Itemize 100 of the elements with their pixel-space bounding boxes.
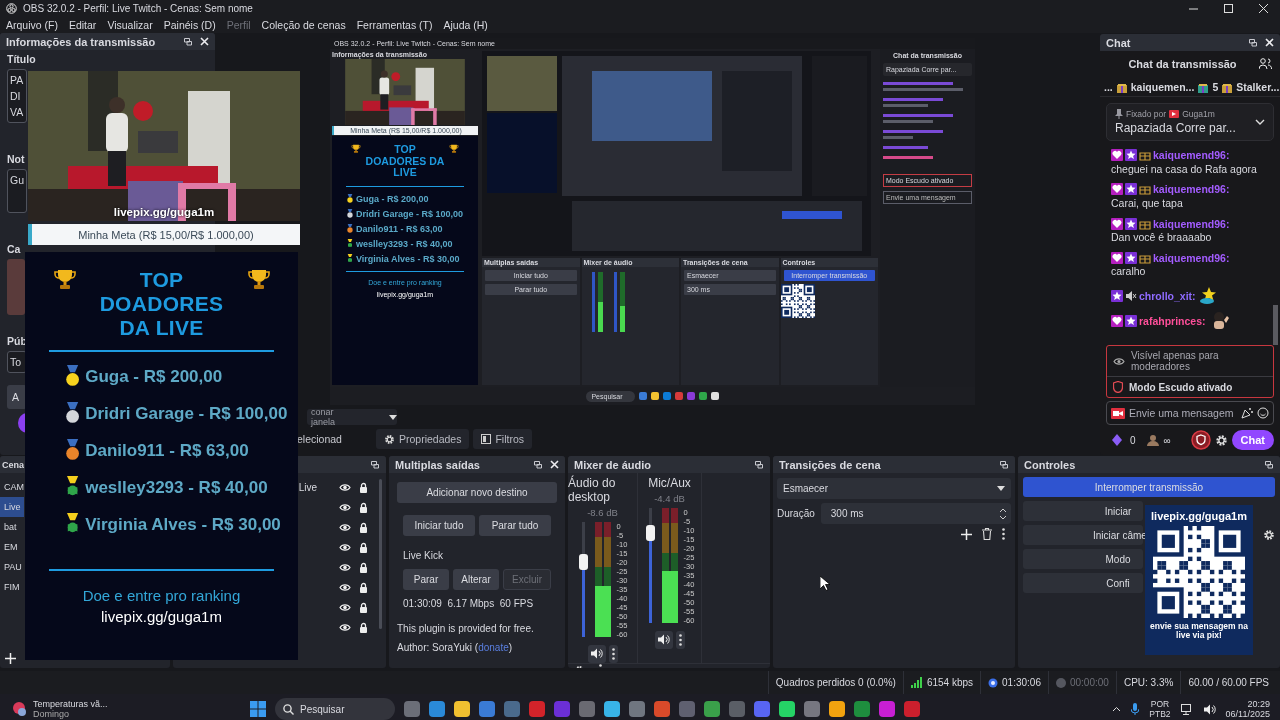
app-icon[interactable]	[904, 701, 920, 717]
app-icon[interactable]	[704, 701, 720, 717]
app-icon[interactable]	[579, 701, 595, 717]
app-icon[interactable]	[404, 701, 420, 717]
title-field[interactable]: PA DI VA	[7, 69, 27, 123]
search-box[interactable]: Pesquisar	[275, 698, 395, 720]
lock-icon[interactable]	[359, 501, 368, 513]
eye-icon[interactable]	[339, 582, 351, 592]
clock[interactable]: 20:29 06/11/2025	[1225, 699, 1270, 719]
confetti-icon[interactable]	[1241, 407, 1253, 419]
volume-slider[interactable]	[581, 522, 585, 637]
filters-button[interactable]: Filtros	[473, 429, 532, 449]
control-button[interactable]: Iniciar	[1023, 501, 1143, 521]
properties-button[interactable]: Propriedades	[375, 429, 470, 449]
chat-send-button[interactable]: Chat	[1231, 430, 1274, 450]
app-icon[interactable]	[529, 701, 545, 717]
plus-icon[interactable]	[5, 652, 16, 664]
scene-item[interactable]: EM	[0, 537, 24, 557]
chat-username[interactable]: chrollo_xit:	[1139, 290, 1196, 303]
lock-icon[interactable]	[359, 541, 368, 553]
scene-item[interactable]: Live	[0, 497, 24, 517]
app-icon[interactable]	[804, 701, 820, 717]
speaker-icon[interactable]	[657, 634, 670, 645]
app-icon[interactable]	[779, 701, 795, 717]
app-icon[interactable]	[879, 701, 895, 717]
volume-slider[interactable]	[648, 508, 652, 623]
menu-item[interactable]: Coleção de cenas	[261, 18, 346, 31]
lock-icon[interactable]	[359, 581, 368, 593]
duration-field[interactable]: 300 ms	[820, 503, 1011, 524]
maximize-icon[interactable]	[1224, 3, 1233, 13]
eye-icon[interactable]	[339, 622, 351, 632]
control-button[interactable]: Confi	[1023, 573, 1143, 593]
language-indicator[interactable]: POR PTB2	[1149, 699, 1171, 719]
app-icon[interactable]	[454, 701, 470, 717]
eye-icon[interactable]	[339, 522, 351, 532]
settings-icon[interactable]	[1263, 529, 1275, 541]
scene-item[interactable]: CAM	[0, 477, 24, 497]
menu-item[interactable]: Ajuda (H)	[443, 18, 488, 31]
chat-username[interactable]: kaiquemend96:	[1153, 251, 1230, 264]
trash-icon[interactable]	[982, 528, 992, 540]
menu-item[interactable]: Arquivo (F)	[6, 18, 58, 31]
scene-item[interactable]: bat	[0, 517, 24, 537]
donate-link[interactable]: livepix.gg/guga1m	[101, 608, 222, 626]
close-icon[interactable]	[1265, 38, 1274, 47]
close-icon[interactable]	[1259, 3, 1268, 13]
users-icon[interactable]	[1258, 58, 1272, 70]
menu-item[interactable]: Editar	[68, 18, 97, 31]
app-icon[interactable]	[429, 701, 445, 717]
spin-arrows-icon[interactable]	[999, 507, 1007, 520]
chat-input[interactable]: Envie uma mensagem	[1106, 401, 1274, 425]
settings-icon[interactable]	[383, 433, 395, 445]
slider-thumb[interactable]	[578, 554, 588, 571]
lock-icon[interactable]	[359, 601, 368, 613]
lock-icon[interactable]	[359, 521, 368, 533]
menu-item[interactable]: Painéis (D)	[163, 18, 216, 31]
slider-thumb[interactable]	[645, 525, 655, 542]
menu-item[interactable]: Ferramentas (T)	[356, 18, 433, 31]
eye-icon[interactable]	[339, 502, 351, 512]
app-icon[interactable]	[654, 701, 670, 717]
control-button[interactable]: Iniciar câme	[1023, 525, 1143, 545]
close-icon[interactable]	[550, 460, 559, 469]
lock-icon[interactable]	[359, 621, 368, 633]
output-button[interactable]: Parar	[403, 569, 449, 590]
stop-all-button[interactable]: Parar tudo	[479, 515, 551, 536]
lock-icon[interactable]	[359, 481, 368, 493]
speaker-icon[interactable]	[1203, 703, 1216, 715]
chevron-down-icon[interactable]	[1255, 119, 1265, 125]
app-icon[interactable]	[604, 701, 620, 717]
speaker-icon[interactable]	[590, 648, 603, 659]
close-icon[interactable]	[200, 37, 209, 46]
chat-username[interactable]: kaiquemend96:	[1153, 183, 1230, 196]
scene-item[interactable]: PAU	[0, 557, 24, 577]
donate-link[interactable]: donate	[478, 642, 509, 653]
transition-select[interactable]: Esmaecer	[777, 478, 1011, 499]
scene-item[interactable]: FIM	[0, 577, 24, 597]
audience-select[interactable]: To	[7, 351, 27, 373]
eye-icon[interactable]	[339, 602, 351, 612]
chat-username[interactable]: rafahprinces:	[1139, 315, 1206, 328]
menu-item[interactable]: Visualizar	[107, 18, 153, 31]
chat-username[interactable]: kaiquemend96:	[1153, 149, 1230, 161]
eye-icon[interactable]	[339, 562, 351, 572]
app-icon[interactable]	[629, 701, 645, 717]
app-icon[interactable]	[854, 701, 870, 717]
output-button[interactable]: Alterar	[453, 569, 499, 590]
app-icon[interactable]	[479, 701, 495, 717]
start-icon[interactable]	[250, 701, 266, 717]
emoji-icon[interactable]	[1257, 407, 1269, 419]
shield-button-icon[interactable]	[1190, 430, 1211, 450]
add-destination-button[interactable]: Adicionar novo destino	[397, 482, 557, 503]
app-icon[interactable]	[754, 701, 770, 717]
network-icon[interactable]	[1180, 703, 1194, 715]
eye-icon[interactable]	[339, 542, 351, 552]
settings-icon[interactable]	[1214, 433, 1228, 447]
start-all-button[interactable]: Iniciar tudo	[403, 515, 475, 536]
action-button[interactable]: A	[7, 385, 27, 409]
plus-icon[interactable]	[961, 528, 972, 540]
control-button[interactable]: Modo	[1023, 549, 1143, 569]
window-select[interactable]: conar janela	[307, 409, 397, 425]
lock-icon[interactable]	[359, 561, 368, 573]
notes-field[interactable]: Gu	[7, 169, 27, 213]
